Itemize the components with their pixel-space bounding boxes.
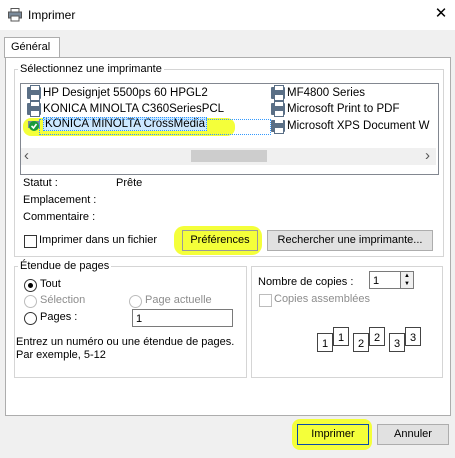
pages-input[interactable]: 1 — [132, 309, 233, 327]
spin-down-icon[interactable]: ▼ — [401, 280, 413, 288]
printer-icon — [27, 101, 41, 117]
scroll-left-icon[interactable]: ‹ — [24, 147, 29, 164]
comment-label: Commentaire : — [23, 211, 96, 223]
printer-icon — [271, 101, 285, 117]
cancel-button[interactable]: Annuler — [377, 424, 449, 445]
printer-icon — [271, 120, 285, 134]
printer-app-icon — [8, 8, 22, 22]
radio-all-label: Tout — [40, 278, 61, 290]
print-to-file-checkbox[interactable] — [24, 235, 37, 248]
list-item[interactable]: Microsoft XPS Document W — [271, 120, 437, 136]
radio-pages[interactable] — [24, 312, 37, 325]
collate-page: 3 — [405, 327, 421, 346]
radio-pages-label: Pages : — [40, 311, 78, 323]
collate-page: 1 — [317, 333, 333, 352]
collate-page: 3 — [389, 333, 405, 352]
radio-all[interactable] — [24, 279, 37, 292]
selection-box — [39, 119, 271, 135]
copies-spinner[interactable]: ▲ ▼ — [400, 271, 414, 289]
close-icon[interactable]: ✕ — [432, 4, 450, 24]
printer-group-label: Sélectionnez une imprimante — [18, 63, 164, 75]
collate-page: 2 — [353, 333, 369, 352]
collate-page: 2 — [369, 327, 385, 346]
pages-hint-line1: Entrez un numéro ou une étendue de pages… — [16, 336, 235, 348]
collate-illustration: 1 1 2 2 3 3 — [315, 325, 425, 359]
pages-hint-line2: Par exemple, 5-12 — [16, 349, 106, 361]
print-to-file-label: Imprimer dans un fichier — [39, 234, 157, 246]
radio-selection-label: Sélection — [40, 294, 86, 306]
status-value: Prête — [116, 177, 143, 189]
list-item[interactable]: HP Designjet 5500ps 60 HPGL2 — [27, 85, 208, 103]
copies-input[interactable]: 1 — [369, 271, 401, 289]
preferences-button[interactable]: Préférences — [182, 230, 258, 251]
radio-current-page-label: Page actuelle — [145, 294, 212, 306]
tab-general-label: Général — [11, 41, 51, 53]
radio-current-page[interactable] — [129, 295, 142, 308]
printer-name: KONICA MINOLTA C360SeriesPCL — [43, 103, 225, 116]
collate-checkbox[interactable] — [259, 294, 272, 307]
scroll-right-icon[interactable]: › — [425, 147, 430, 164]
location-label: Emplacement : — [23, 194, 97, 206]
printer-name: Microsoft Print to PDF — [287, 103, 400, 116]
printer-name: MF4800 Series — [287, 87, 365, 100]
print-button[interactable]: Imprimer — [297, 424, 369, 445]
printer-icon — [27, 85, 41, 101]
list-item[interactable]: Microsoft Print to PDF — [271, 101, 400, 119]
collate-label: Copies assemblées — [274, 293, 370, 305]
printer-icon — [271, 85, 285, 101]
printer-name: HP Designjet 5500ps 60 HPGL2 — [43, 87, 208, 100]
status-label: Statut : — [23, 177, 58, 189]
find-printer-button[interactable]: Rechercher une imprimante... — [267, 230, 433, 251]
window-title: Imprimer — [28, 8, 76, 22]
collate-page: 1 — [333, 327, 349, 346]
tab-general[interactable]: Général — [4, 37, 60, 58]
spin-up-icon[interactable]: ▲ — [401, 272, 413, 280]
printer-name: Microsoft XPS Document W — [287, 120, 430, 133]
scrollbar-thumb[interactable] — [191, 150, 267, 162]
page-range-label: Étendue de pages — [18, 260, 112, 272]
list-item[interactable]: MF4800 Series — [271, 85, 365, 103]
copies-label: Nombre de copies : — [258, 276, 354, 288]
radio-selection[interactable] — [24, 295, 37, 308]
